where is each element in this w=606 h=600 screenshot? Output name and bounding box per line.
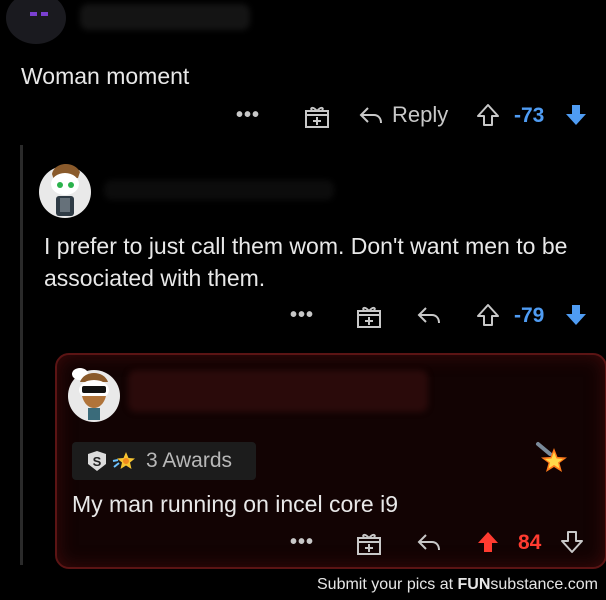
more-options-button[interactable]: ••• <box>290 531 314 554</box>
watermark-prefix: Submit your pics at <box>317 576 458 593</box>
upvote-icon[interactable] <box>476 102 500 128</box>
watermark-bar: Submit your pics at FUNsubstance.com <box>0 570 606 600</box>
downvote-icon[interactable] <box>560 529 584 555</box>
avatar[interactable] <box>6 0 66 44</box>
comment-body: Woman moment <box>21 63 190 89</box>
comment-actions: ••• 84 <box>290 527 600 559</box>
reply-icon[interactable] <box>416 304 442 328</box>
upvote-icon[interactable] <box>476 302 500 328</box>
avatar[interactable] <box>64 364 124 424</box>
redacted-username <box>128 370 428 412</box>
silver-award-icon: S <box>86 450 108 472</box>
reply-icon[interactable] <box>358 104 384 128</box>
downvote-icon[interactable] <box>564 102 588 128</box>
avatar-eye-icon <box>30 12 37 16</box>
give-award-icon[interactable] <box>304 103 330 129</box>
award-star-icon[interactable] <box>532 440 570 478</box>
upvote-icon[interactable] <box>476 529 500 555</box>
awards-badge[interactable]: S 3 Awards <box>72 442 256 480</box>
comment-actions: ••• -79 <box>290 300 600 332</box>
reply-button[interactable]: Reply <box>392 102 448 128</box>
give-award-icon[interactable] <box>356 303 382 329</box>
awards-count: 3 Awards <box>146 449 232 472</box>
watermark-text: Submit your pics at FUNsubstance.com <box>317 576 598 594</box>
give-award-icon[interactable] <box>356 530 382 556</box>
redacted-username <box>80 4 250 30</box>
score: -73 <box>514 104 545 127</box>
thread-line <box>20 145 23 565</box>
avatar-eye-icon <box>41 12 48 16</box>
starstruck-award-icon <box>112 449 138 473</box>
watermark-brand-rest: substance.com <box>490 576 598 593</box>
reply-icon[interactable] <box>416 531 442 555</box>
watermark-brand-bold: FUN <box>457 576 491 593</box>
avatar[interactable] <box>36 158 94 220</box>
score: -79 <box>514 304 545 327</box>
comment-body: My man running on incel core i9 <box>72 491 398 517</box>
more-options-button[interactable]: ••• <box>236 104 260 127</box>
score: 84 <box>518 531 542 554</box>
more-options-button[interactable]: ••• <box>290 304 314 327</box>
comment-actions: ••• Reply -73 <box>236 100 596 132</box>
comment-body: I prefer to just call them wom. Don't wa… <box>44 233 568 291</box>
redacted-username <box>104 180 334 200</box>
downvote-icon[interactable] <box>564 302 588 328</box>
svg-text:S: S <box>93 454 102 469</box>
